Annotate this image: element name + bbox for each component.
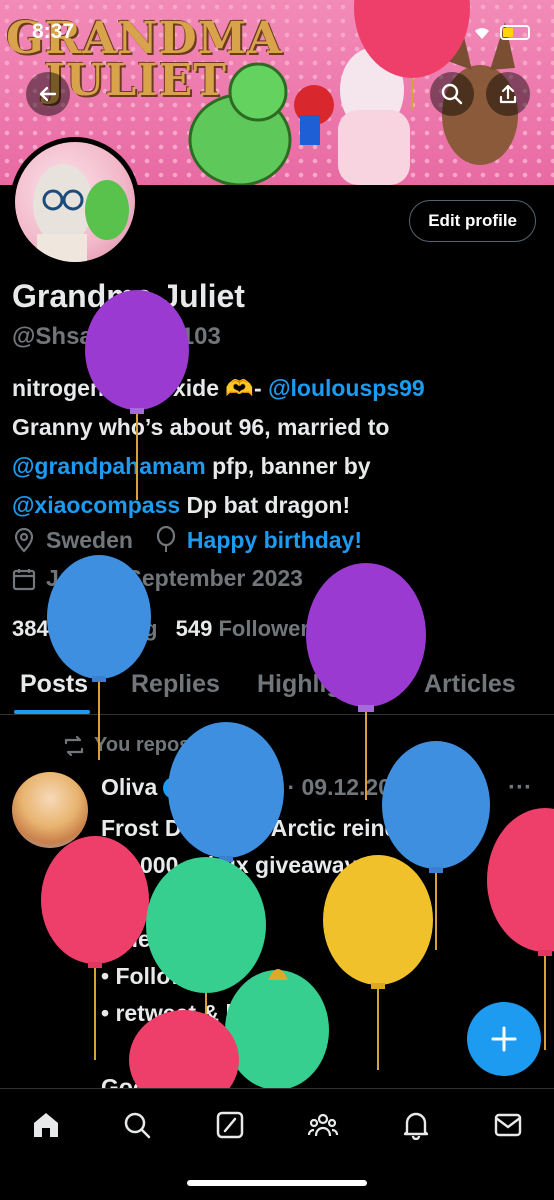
calendar-icon bbox=[12, 568, 36, 590]
verified-badge-icon bbox=[163, 776, 186, 799]
profile-location: Sweden bbox=[46, 526, 133, 553]
location-pin-icon bbox=[14, 527, 34, 553]
status-bar: 8:37 bbox=[0, 0, 554, 62]
repost-icon bbox=[64, 735, 84, 756]
post-header: Oliva @dcrli... · 09.12.2024 bbox=[101, 774, 417, 801]
messages-icon bbox=[494, 1113, 522, 1137]
share-button[interactable] bbox=[486, 72, 530, 116]
share-icon bbox=[499, 84, 517, 104]
signal-icon bbox=[442, 25, 464, 39]
repost-label: You reposted bbox=[94, 734, 221, 756]
nav-search[interactable] bbox=[117, 1105, 157, 1145]
battery-icon bbox=[500, 24, 530, 40]
back-button[interactable] bbox=[26, 72, 70, 116]
profile-avatar[interactable] bbox=[10, 137, 140, 267]
post-author-handle[interactable]: @dcrli... bbox=[191, 774, 281, 801]
arrow-left-icon bbox=[39, 86, 57, 102]
post-author-avatar[interactable] bbox=[12, 772, 88, 848]
tab-replies[interactable]: Replies bbox=[131, 670, 220, 699]
profile-bio: nitrogen monoxide 🫶- @loulousps99 Granny… bbox=[12, 369, 542, 525]
nav-grok[interactable] bbox=[210, 1105, 250, 1145]
nav-messages[interactable] bbox=[488, 1105, 528, 1145]
profile-meta: Sweden Happy birthday! bbox=[12, 526, 362, 554]
birthday-link[interactable]: Happy birthday! bbox=[187, 527, 362, 554]
nav-notifications[interactable] bbox=[396, 1105, 436, 1145]
post-more-button[interactable]: ··· bbox=[508, 774, 532, 802]
following-count: 384 bbox=[12, 616, 49, 641]
followers-label: Followers bbox=[218, 616, 322, 641]
bio-mention-link[interactable]: @grandpahamam bbox=[12, 453, 206, 479]
bio-text: Granny who’s about 96, married to bbox=[12, 414, 390, 440]
followers-count: 549 bbox=[175, 616, 213, 641]
nav-home[interactable] bbox=[26, 1105, 66, 1145]
following-label: Following bbox=[54, 616, 158, 641]
search-icon bbox=[124, 1112, 151, 1139]
bio-text: pfp, banner by bbox=[205, 453, 371, 479]
search-profile-button[interactable] bbox=[430, 72, 474, 116]
tab-articles[interactable]: Articles bbox=[424, 670, 516, 699]
home-icon bbox=[34, 1113, 58, 1137]
repost-indicator: You reposted bbox=[62, 734, 220, 757]
communities-icon bbox=[307, 1113, 339, 1137]
bio-text: nitrogen monoxide 🫶- bbox=[12, 375, 269, 401]
follow-stats: 384 Following 549 Followers bbox=[12, 616, 333, 642]
bio-mention-link[interactable]: @xiaocompass bbox=[12, 492, 180, 518]
avatar-artwork bbox=[33, 164, 129, 262]
post-author-name[interactable]: Oliva bbox=[101, 774, 157, 801]
plus-icon bbox=[491, 1026, 517, 1052]
active-tab-indicator bbox=[14, 710, 90, 714]
joined-date: Joined September 2023 bbox=[46, 565, 303, 591]
profile-display-name: Grandma Juliet bbox=[12, 278, 245, 314]
wifi-icon bbox=[475, 28, 489, 39]
clock: 8:37 bbox=[32, 20, 75, 43]
edit-profile-button[interactable]: Edit profile bbox=[409, 200, 536, 242]
followers-link[interactable]: 549 Followers bbox=[176, 616, 334, 641]
tab-posts[interactable]: Posts bbox=[20, 670, 88, 699]
notifications-icon bbox=[403, 1112, 429, 1140]
grok-icon bbox=[216, 1111, 244, 1139]
profile-tabs: Posts Replies Highlights Articles bbox=[0, 660, 554, 715]
compose-post-button[interactable] bbox=[467, 1002, 541, 1076]
post-date[interactable]: · 09.12.2024 bbox=[287, 774, 416, 801]
balloon-icon bbox=[156, 526, 176, 552]
home-indicator bbox=[187, 1180, 367, 1186]
bio-mention-link[interactable]: @loulousps99 bbox=[268, 375, 425, 401]
bio-text: Dp bat dragon! bbox=[180, 492, 351, 518]
status-icons bbox=[442, 24, 530, 40]
profile-handle: @Shsadow322103 bbox=[12, 323, 221, 350]
search-icon bbox=[441, 83, 463, 105]
profile-joined: Joined September 2023 bbox=[12, 565, 303, 592]
following-link[interactable]: 384 Following bbox=[12, 616, 170, 641]
tab-highlights[interactable]: Highlights bbox=[257, 670, 379, 699]
nav-communities[interactable] bbox=[303, 1105, 343, 1145]
